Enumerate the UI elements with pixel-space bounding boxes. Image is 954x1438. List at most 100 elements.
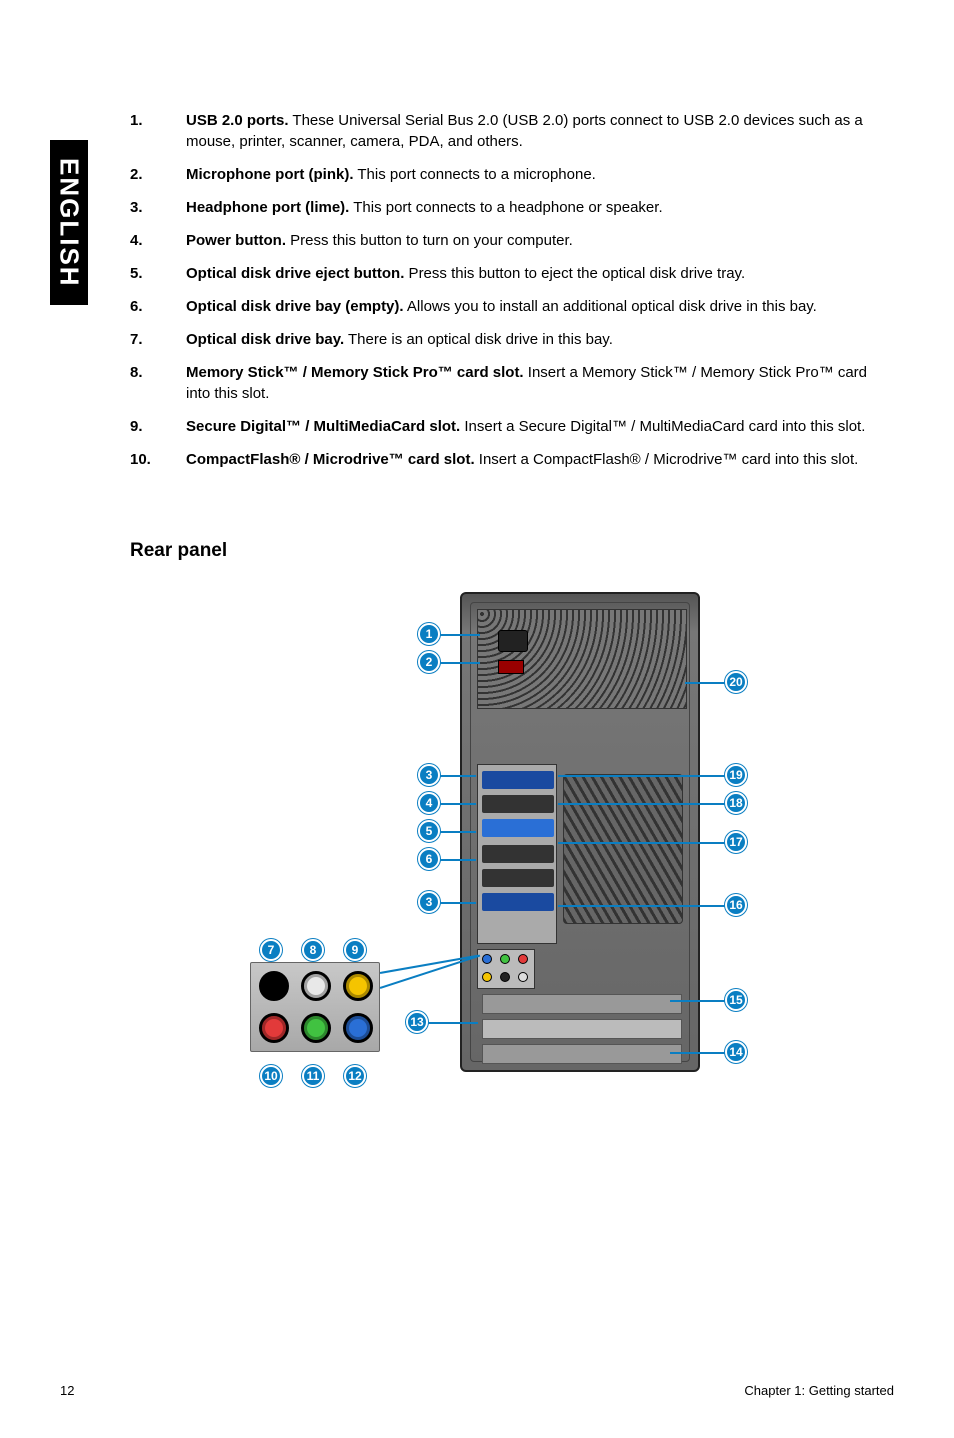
callout-20: 20 [725, 671, 747, 693]
voltage-switch-icon [498, 660, 524, 674]
leader-line [558, 803, 725, 805]
callout-7: 7 [260, 939, 282, 961]
list-item: 1. USB 2.0 ports. These Universal Serial… [130, 110, 890, 152]
rear-panel-heading: Rear panel [130, 540, 890, 562]
leader-line [558, 775, 725, 777]
leader-line [558, 842, 725, 844]
leader-line [428, 1022, 478, 1024]
item-desc: There is an optical disk drive in this b… [344, 331, 613, 348]
rear-panel-diagram: 1 2 3 4 5 6 3 13 7 8 9 10 11 12 20 19 18… [190, 592, 890, 1142]
item-title: Power button. [186, 232, 286, 249]
callout-4: 4 [418, 792, 440, 814]
item-desc: Insert a CompactFlash® / Microdrive™ car… [475, 451, 859, 468]
chassis-vent [563, 774, 683, 924]
audio-jack-icon [500, 954, 510, 964]
item-body: CompactFlash® / Microdrive™ card slot. I… [186, 449, 890, 470]
io-port-row [482, 869, 554, 887]
audio-jack-icon [518, 954, 528, 964]
item-body: Headphone port (lime). This port connect… [186, 197, 890, 218]
list-item: 3. Headphone port (lime). This port conn… [130, 197, 890, 218]
page-number: 12 [60, 1383, 74, 1398]
onboard-audio-jacks [477, 949, 535, 989]
item-desc: Press this button to eject the optical d… [404, 265, 745, 282]
item-number: 7. [130, 329, 186, 350]
list-item: 4. Power button. Press this button to tu… [130, 230, 890, 251]
item-number: 2. [130, 164, 186, 185]
language-tab-label: ENGLISH [54, 158, 85, 288]
audio-jack-icon [301, 971, 331, 1001]
item-number: 5. [130, 263, 186, 284]
callout-10: 10 [260, 1065, 282, 1087]
list-item: 6. Optical disk drive bay (empty). Allow… [130, 296, 890, 317]
io-shield [477, 764, 557, 944]
leader-line [440, 634, 480, 636]
language-tab: ENGLISH [50, 140, 88, 305]
callout-11: 11 [302, 1065, 324, 1087]
chapter-label: Chapter 1: Getting started [744, 1383, 894, 1398]
list-item: 10. CompactFlash® / Microdrive™ card slo… [130, 449, 890, 470]
item-title: USB 2.0 ports. [186, 112, 289, 129]
list-item: 2. Microphone port (pink). This port con… [130, 164, 890, 185]
callout-17: 17 [725, 831, 747, 853]
item-desc: Insert a Secure Digital™ / MultiMediaCar… [460, 418, 865, 435]
leader-line [670, 1000, 725, 1002]
audio-jack-icon [259, 1013, 289, 1043]
psu-area [477, 609, 687, 709]
callout-18: 18 [725, 792, 747, 814]
io-port-row [482, 845, 554, 863]
leader-line [440, 902, 476, 904]
leader-line [440, 775, 476, 777]
callout-3: 3 [418, 891, 440, 913]
leader-line [440, 831, 476, 833]
callout-13: 13 [406, 1011, 428, 1033]
item-body: Memory Stick™ / Memory Stick Pro™ card s… [186, 362, 890, 404]
list-item: 9. Secure Digital™ / MultiMediaCard slot… [130, 416, 890, 437]
item-number: 10. [130, 449, 186, 470]
leader-line [670, 1052, 725, 1054]
item-title: Secure Digital™ / MultiMediaCard slot. [186, 418, 460, 435]
item-body: Optical disk drive bay (empty). Allows y… [186, 296, 890, 317]
power-socket-icon [498, 630, 528, 652]
audio-jack-icon [482, 972, 492, 982]
item-title: Memory Stick™ / Memory Stick Pro™ card s… [186, 364, 524, 381]
callout-12: 12 [344, 1065, 366, 1087]
page-footer: 12 Chapter 1: Getting started [60, 1383, 894, 1398]
item-desc: Press this button to turn on your comput… [286, 232, 573, 249]
tower-body [460, 592, 700, 1072]
item-title: Optical disk drive eject button. [186, 265, 404, 282]
callout-8: 8 [302, 939, 324, 961]
callout-1: 1 [418, 623, 440, 645]
item-number: 4. [130, 230, 186, 251]
audio-jack-icon [259, 971, 289, 1001]
callout-15: 15 [725, 989, 747, 1011]
callout-3: 3 [418, 764, 440, 786]
callout-6: 6 [418, 848, 440, 870]
item-desc: This port connects to a headphone or spe… [349, 199, 662, 216]
audio-jack-icon [518, 972, 528, 982]
list-item: 5. Optical disk drive eject button. Pres… [130, 263, 890, 284]
audio-jack-icon [482, 954, 492, 964]
audio-detail-inset [250, 962, 380, 1052]
item-desc: Allows you to install an additional opti… [404, 298, 817, 315]
leader-line [440, 803, 476, 805]
expansion-card-slot [482, 994, 682, 1014]
item-title: CompactFlash® / Microdrive™ card slot. [186, 451, 475, 468]
audio-jack-icon [500, 972, 510, 982]
leader-line [685, 682, 725, 684]
io-port-row [482, 893, 554, 911]
callout-19: 19 [725, 764, 747, 786]
list-item: 8. Memory Stick™ / Memory Stick Pro™ car… [130, 362, 890, 404]
item-number: 9. [130, 416, 186, 437]
callout-16: 16 [725, 894, 747, 916]
item-number: 6. [130, 296, 186, 317]
io-port-row [482, 795, 554, 813]
callout-2: 2 [418, 651, 440, 673]
callout-14: 14 [725, 1041, 747, 1063]
item-body: Optical disk drive bay. There is an opti… [186, 329, 890, 350]
item-number: 1. [130, 110, 186, 152]
audio-jack-icon [343, 1013, 373, 1043]
item-body: USB 2.0 ports. These Universal Serial Bu… [186, 110, 890, 152]
item-body: Optical disk drive eject button. Press t… [186, 263, 890, 284]
item-body: Power button. Press this button to turn … [186, 230, 890, 251]
leader-line [558, 905, 725, 907]
